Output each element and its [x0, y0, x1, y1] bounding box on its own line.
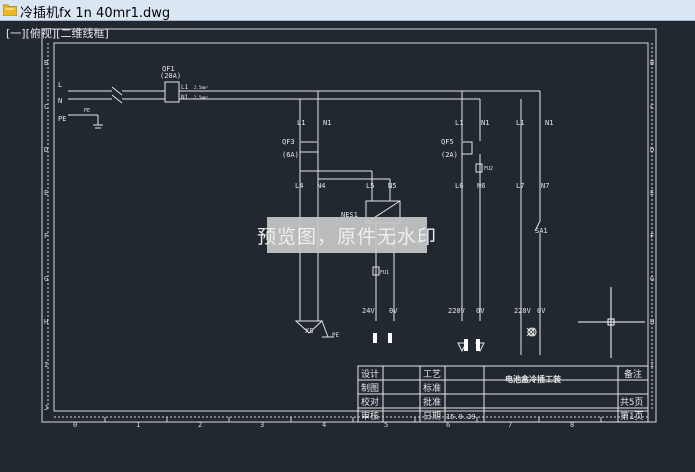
c3-v-neg: 0V: [476, 307, 485, 315]
row-letter: I: [44, 361, 48, 369]
row-letter-right: H: [650, 318, 654, 326]
power-input-wiring: [68, 81, 541, 141]
row-letter: H: [44, 318, 48, 326]
qf1-out-l: L1: [181, 84, 189, 91]
sa1-label: SA1: [535, 227, 548, 235]
c1-in-n: N1: [323, 119, 331, 127]
col-number: 0: [73, 421, 77, 429]
preview-watermark: 预览图，原件无水印: [257, 217, 436, 253]
col-number: 4: [322, 421, 326, 429]
tb-standard: 标准: [423, 382, 441, 394]
fu2-label: FU2: [484, 166, 493, 172]
c4-v-pos: 220V: [514, 307, 532, 315]
tb-remarks: 备注: [624, 368, 642, 380]
row-letter-right: G: [650, 275, 654, 283]
c2-terminals: [373, 333, 392, 343]
row-letter: E: [44, 189, 48, 197]
row-letter-right: I: [650, 361, 654, 369]
qf3-rating: (6A): [282, 151, 299, 159]
xs-pe-label: PE: [332, 332, 340, 339]
tb-process: 工艺: [423, 369, 441, 380]
fu1-label: FU1: [380, 270, 389, 276]
drawing-canvas[interactable]: [一][俯视][二维线框] B C D E F G H I J B C D E …: [0, 21, 695, 472]
earth-label: PE: [58, 115, 66, 123]
c1-out-n: N4: [317, 182, 325, 190]
row-letter-right: E: [650, 189, 654, 197]
window-titlebar[interactable]: 冷插机fx 1n 40mr1.dwg: [0, 0, 695, 21]
qf1-out-n: N1: [181, 94, 189, 101]
line-n-label: N: [58, 97, 62, 105]
c4-out-n: N7: [541, 182, 549, 190]
window-title: 冷插机fx 1n 40mr1.dwg: [20, 6, 171, 21]
tb-drawn: 制图: [361, 382, 379, 394]
qf5-rating: (2A): [441, 151, 458, 159]
row-letter: G: [44, 275, 48, 283]
col-number: 1: [136, 421, 140, 429]
row-letter-right: F: [650, 232, 654, 240]
c4-in-l: L1: [516, 119, 524, 127]
row-letter: C: [44, 103, 48, 111]
c3-out-l: L6: [455, 182, 463, 190]
wire-n-spec: 2.5mm²: [194, 95, 208, 100]
circuit-4-wiring: [520, 141, 541, 355]
c3-v-pos: 220V: [448, 307, 466, 315]
qf5-breaker: [461, 141, 473, 155]
title-block: [357, 365, 649, 423]
qf3-breaker: [299, 141, 319, 153]
tb-date: 15.9.29: [446, 413, 476, 421]
c3-in-l: L1: [455, 119, 463, 127]
xs-label: XS: [305, 327, 313, 335]
row-letter-right: D: [650, 146, 654, 154]
qf1-breaker: [164, 81, 180, 103]
tb-total-pages: 共5页: [620, 397, 643, 408]
c1-out-l: L4: [295, 182, 303, 190]
c2-out-n: N5: [388, 182, 396, 190]
tb-project: 电池盒冷插工装: [505, 374, 561, 384]
line-l-label: L: [58, 81, 62, 89]
circuit-3-wiring: [457, 141, 485, 353]
c3-in-n: N1: [481, 119, 489, 127]
c4-out-l: L7: [516, 182, 524, 190]
row-letter: B: [44, 59, 48, 67]
row-letter: F: [44, 232, 48, 240]
fu2-fuse: [475, 163, 483, 173]
col-number: 3: [260, 421, 264, 429]
tb-reviewed: 审核: [361, 410, 379, 422]
c4-in-n: N1: [545, 119, 553, 127]
c4-v-neg: 0V: [537, 307, 546, 315]
tb-design: 设计: [361, 368, 379, 380]
qf5-label: QF5: [441, 138, 454, 146]
tb-date-label: 日期: [423, 411, 441, 422]
c3-terminals: [464, 339, 480, 351]
earth-tag: PE: [84, 108, 90, 114]
folder-dwg-icon: [3, 4, 17, 16]
row-letter-right: C: [650, 103, 654, 111]
c2-v-neg: 0V: [389, 307, 398, 315]
row-letter: D: [44, 146, 48, 154]
row-letter-right: B: [650, 59, 654, 67]
c1-in-l: L1: [297, 119, 305, 127]
tb-checked: 校对: [361, 396, 379, 408]
c3-out-n: N6: [477, 182, 485, 190]
row-letter: J: [44, 404, 48, 412]
wire-l-spec: 2.5mm²: [194, 85, 208, 90]
tb-page-no: 第1页: [620, 410, 643, 422]
col-number: 2: [198, 421, 202, 429]
c2-v-pos: 24V: [362, 307, 375, 315]
qf1-rating: (20A): [160, 72, 181, 80]
qf3-label: QF3: [282, 138, 295, 146]
crosshair-cursor-icon: [578, 287, 645, 358]
tb-approved: 批准: [423, 396, 441, 408]
c2-out-l: L5: [366, 182, 374, 190]
